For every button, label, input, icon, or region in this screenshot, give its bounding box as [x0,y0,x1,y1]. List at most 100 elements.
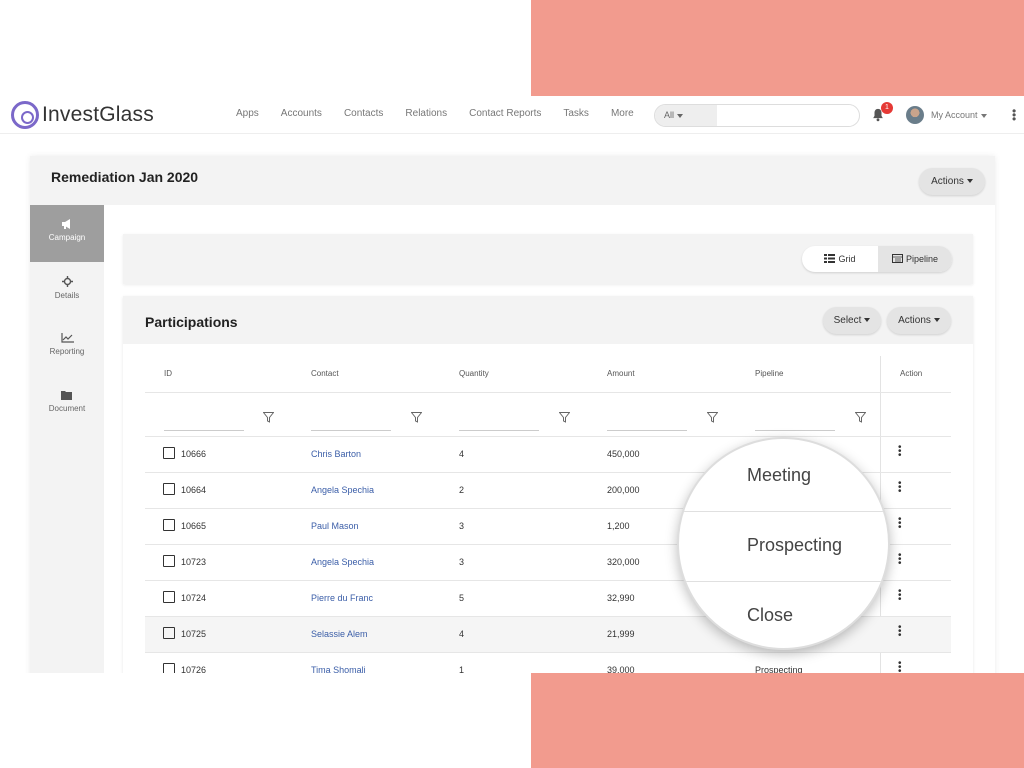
select-label: Select [833,315,862,326]
global-search: All [654,104,860,127]
pipeline-options-magnifier: Meeting Prospecting Close [677,437,890,650]
sidebar-item-label: Details [54,291,80,300]
cell-contact-link[interactable]: Tima Shomali [311,665,366,673]
row-actions-icon[interactable]: • • • [898,587,902,605]
row-checkbox[interactable] [163,627,175,639]
participations-title: Participations [145,314,238,330]
row-actions-icon[interactable]: • • • [898,659,902,674]
filter-icon[interactable] [559,412,570,423]
filter-icon[interactable] [855,412,866,423]
decorative-background-top [531,0,1024,96]
nav-link-accounts[interactable]: Accounts [281,108,322,119]
participations-header: Participations Select Actions [123,296,973,344]
column-header-id[interactable]: ID [164,369,172,378]
row-checkbox[interactable] [163,663,175,673]
sidebar: Campaign Details Reporting Document [30,205,104,673]
filter-input-amount[interactable] [607,430,687,431]
filter-icon[interactable] [411,412,422,423]
row-checkbox[interactable] [163,555,175,567]
row-checkbox[interactable] [163,447,175,459]
pipeline-icon [891,247,903,272]
card-actions-label: Actions [931,176,964,187]
sidebar-item-details[interactable]: Details [30,262,104,319]
cell-quantity: 2 [459,485,465,495]
option-divider [679,581,888,582]
card-header: Remediation Jan 2020 Actions [30,156,995,205]
cell-quantity: 4 [459,629,465,639]
pipeline-option-close[interactable]: Close [679,605,888,626]
cell-contact-link[interactable]: Paul Mason [311,521,359,531]
row-actions-icon[interactable]: • • • [898,443,902,461]
row-checkbox[interactable] [163,519,175,531]
filter-input-quantity[interactable] [459,430,539,431]
table-row[interactable]: 10726 Tima Shomali 1 39,000 Prospecting … [145,653,951,673]
cell-contact-link[interactable]: Pierre du Franc [311,593,373,603]
cell-pipeline[interactable]: Prospecting [755,665,803,673]
grid-label: Grid [838,254,856,264]
view-toggle: Grid Pipeline [802,246,952,272]
filter-input-pipeline[interactable] [755,430,835,431]
column-header-action: Action [900,369,923,378]
cell-contact-link[interactable]: Angela Spechia [311,557,374,567]
account-menu[interactable]: My Account [931,110,987,120]
cell-amount: 39,000 [607,665,635,673]
brand-name: InvestGlass [42,103,154,126]
cell-quantity: 5 [459,593,465,603]
sidebar-item-campaign[interactable]: Campaign [30,205,104,262]
column-header-amount[interactable]: Amount [607,369,635,378]
avatar[interactable] [906,106,924,124]
main-nav: Apps Accounts Contacts Relations Contact… [236,108,656,119]
sidebar-item-label: Campaign [48,233,86,242]
cell-id: 10723 [181,557,207,567]
cell-id: 10666 [181,449,207,459]
search-scope-dropdown[interactable]: All [655,105,717,126]
row-actions-icon[interactable]: • • • [898,623,902,641]
row-checkbox[interactable] [163,483,175,495]
crosshair-icon [61,276,73,287]
grid-view-button[interactable]: Grid [802,246,878,272]
cell-id: 10726 [181,665,207,673]
participations-actions-button[interactable]: Actions [887,307,951,334]
card-actions-button[interactable]: Actions [919,168,985,195]
cell-contact-link[interactable]: Chris Barton [311,449,361,459]
nav-link-relations[interactable]: Relations [405,108,447,119]
row-actions-icon[interactable]: • • • [898,551,902,569]
filter-icon[interactable] [263,412,274,423]
row-checkbox[interactable] [163,591,175,603]
select-button[interactable]: Select [823,307,881,334]
grid-icon [824,247,836,272]
participations-actions-label: Actions [898,315,931,326]
megaphone-icon [62,219,70,229]
nav-link-more[interactable]: More [611,108,634,119]
pipeline-label: Pipeline [905,254,939,264]
filter-input-contact[interactable] [311,430,391,431]
row-actions-icon[interactable]: • • • [898,479,902,497]
filter-icon[interactable] [707,412,718,423]
pipeline-option-prospecting[interactable]: Prospecting [679,535,888,556]
pipeline-option-meeting[interactable]: Meeting [679,465,888,486]
nav-link-contacts[interactable]: Contacts [344,108,383,119]
sidebar-item-label: Reporting [49,347,85,356]
cell-contact-link[interactable]: Angela Spechia [311,485,374,495]
sidebar-item-reporting[interactable]: Reporting [30,319,104,376]
cell-quantity: 1 [459,665,465,673]
row-divider [145,392,951,393]
option-divider [679,511,888,512]
filter-input-id[interactable] [164,430,244,431]
sidebar-item-document[interactable]: Document [30,376,104,433]
top-navbar: InvestGlass Apps Accounts Contacts Relat… [0,96,1024,134]
nav-link-contact-reports[interactable]: Contact Reports [469,108,541,119]
more-menu-icon[interactable]: • • • [1012,105,1016,125]
nav-link-apps[interactable]: Apps [236,108,259,119]
page-title: Remediation Jan 2020 [51,169,199,185]
search-scope-label: All [664,110,675,120]
pipeline-view-button[interactable]: Pipeline [878,246,952,272]
cell-contact-link[interactable]: Selassie Alem [311,629,368,639]
column-header-pipeline[interactable]: Pipeline [755,369,783,378]
column-header-quantity[interactable]: Quantity [459,369,489,378]
row-actions-icon[interactable]: • • • [898,515,902,533]
nav-link-tasks[interactable]: Tasks [563,108,589,119]
column-header-contact[interactable]: Contact [311,369,339,378]
brand-logo[interactable]: InvestGlass [11,100,154,130]
search-input[interactable] [718,105,858,126]
